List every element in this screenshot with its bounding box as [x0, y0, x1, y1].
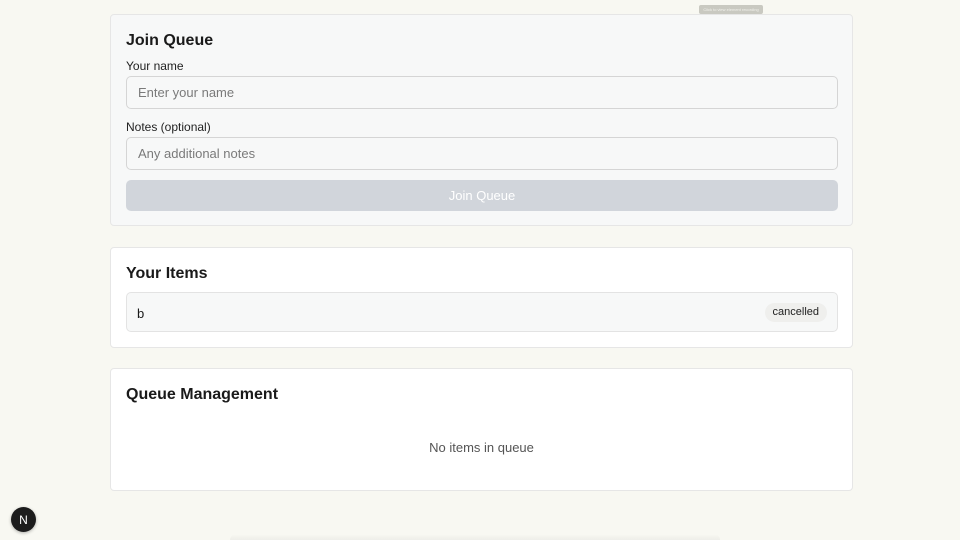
- hint-tooltip: Click to view element recording: [699, 5, 763, 14]
- join-queue-title: Join Queue: [126, 32, 214, 49]
- nav-badge-letter: N: [19, 512, 28, 527]
- join-queue-button[interactable]: Join Queue: [126, 180, 838, 211]
- notes-field-label: Notes (optional): [126, 120, 211, 134]
- notes-input[interactable]: [126, 137, 838, 170]
- bottom-bar-shadow: [230, 534, 720, 540]
- queue-management-title: Queue Management: [126, 386, 279, 403]
- empty-queue-message: No items in queue: [429, 440, 534, 455]
- name-input[interactable]: [126, 76, 838, 109]
- item-name: b: [137, 306, 145, 321]
- your-items-title: Your Items: [126, 265, 208, 282]
- your-items-card: Your Items b cancelled: [110, 247, 853, 348]
- status-badge: cancelled: [764, 303, 827, 322]
- name-field-label: Your name: [126, 59, 184, 73]
- nextjs-logo-icon[interactable]: N: [11, 507, 36, 532]
- page: Click to view element recording Join Que…: [0, 0, 960, 540]
- join-queue-card: Join Queue Your name Notes (optional) Jo…: [110, 14, 853, 226]
- queue-management-card: Queue Management No items in queue: [110, 368, 853, 491]
- list-item: b cancelled: [126, 292, 838, 332]
